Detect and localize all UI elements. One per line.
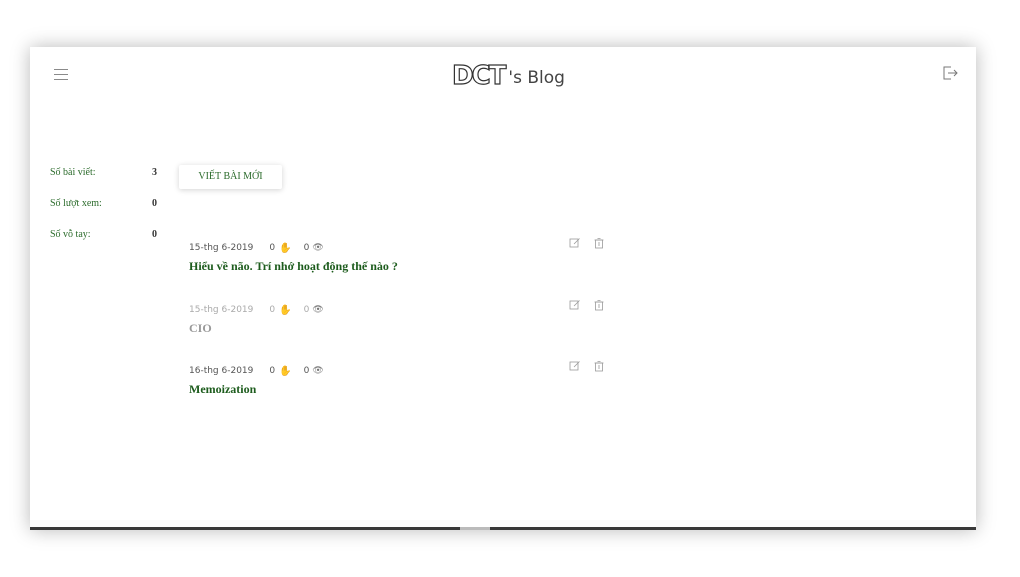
post-date: 16-thg 6-2019: [189, 366, 254, 376]
post-meta: 16-thg 6-2019 0 ✋ 0 👁: [189, 364, 609, 378]
clap-icon[interactable]: ✋: [279, 305, 291, 316]
view-count: 0: [303, 305, 310, 315]
post-title[interactable]: CIO: [189, 321, 609, 336]
stat-label: Số bài viết:: [50, 167, 96, 178]
post-date: 15-thg 6-2019: [189, 243, 254, 253]
stat-posts: Số bài viết: 3: [50, 167, 160, 198]
bottom-bar: [30, 527, 976, 530]
trash-icon[interactable]: [593, 360, 605, 372]
logout-icon[interactable]: [942, 65, 958, 81]
eye-icon: 👁: [312, 305, 324, 315]
stat-label: Số vỗ tay:: [50, 229, 91, 240]
post-actions: [569, 360, 617, 372]
post-item: 15-thg 6-2019 0 ✋ 0 👁 CIO: [189, 300, 609, 343]
view-count: 0: [303, 243, 310, 253]
post-title[interactable]: Memoization: [189, 382, 609, 397]
edit-icon[interactable]: [569, 299, 581, 311]
post-actions: [569, 237, 617, 249]
trash-icon[interactable]: [593, 299, 605, 311]
stat-label: Số lượt xem:: [50, 198, 102, 209]
post-date: 15-thg 6-2019: [189, 305, 254, 315]
clap-count: 0: [269, 243, 276, 253]
post-item: 15-thg 6-2019 0 ✋ 0 👁 Hiểu về não. Trí n…: [189, 238, 609, 281]
eye-icon: 👁: [312, 243, 324, 253]
clap-icon[interactable]: ✋: [279, 243, 291, 254]
clap-count: 0: [269, 305, 276, 315]
post-title[interactable]: Hiểu về não. Trí nhớ hoạt động thế nào ?: [189, 259, 609, 274]
stat-claps: Số vỗ tay: 0: [50, 229, 160, 260]
edit-icon[interactable]: [569, 237, 581, 249]
stat-views: Số lượt xem: 0: [50, 198, 160, 229]
clap-icon[interactable]: ✋: [279, 366, 291, 377]
stat-value: 0: [152, 198, 157, 209]
hamburger-menu-icon[interactable]: [54, 69, 68, 80]
edit-icon[interactable]: [569, 360, 581, 372]
app-window: DCT 's Blog Số bài viết: 3 Số lượt xem: …: [30, 47, 976, 530]
site-logo[interactable]: DCT 's Blog: [451, 60, 565, 91]
post-actions: [569, 299, 617, 311]
post-meta: 15-thg 6-2019 0 ✋ 0 👁: [189, 241, 609, 255]
scroll-indicator: [460, 527, 490, 530]
post-item: 16-thg 6-2019 0 ✋ 0 👁 Memoization: [189, 361, 609, 404]
new-post-button[interactable]: VIẾT BÀI MỚI: [179, 165, 282, 189]
stat-value: 0: [152, 229, 157, 240]
logo-mark: DCT: [451, 60, 507, 91]
logo-suffix: 's Blog: [508, 67, 565, 88]
view-count: 0: [303, 366, 310, 376]
trash-icon[interactable]: [593, 237, 605, 249]
eye-icon: 👁: [312, 366, 324, 376]
stat-value: 3: [152, 167, 157, 178]
stats-panel: Số bài viết: 3 Số lượt xem: 0 Số vỗ tay:…: [50, 167, 160, 260]
clap-count: 0: [269, 366, 276, 376]
post-meta: 15-thg 6-2019 0 ✋ 0 👁: [189, 303, 609, 317]
